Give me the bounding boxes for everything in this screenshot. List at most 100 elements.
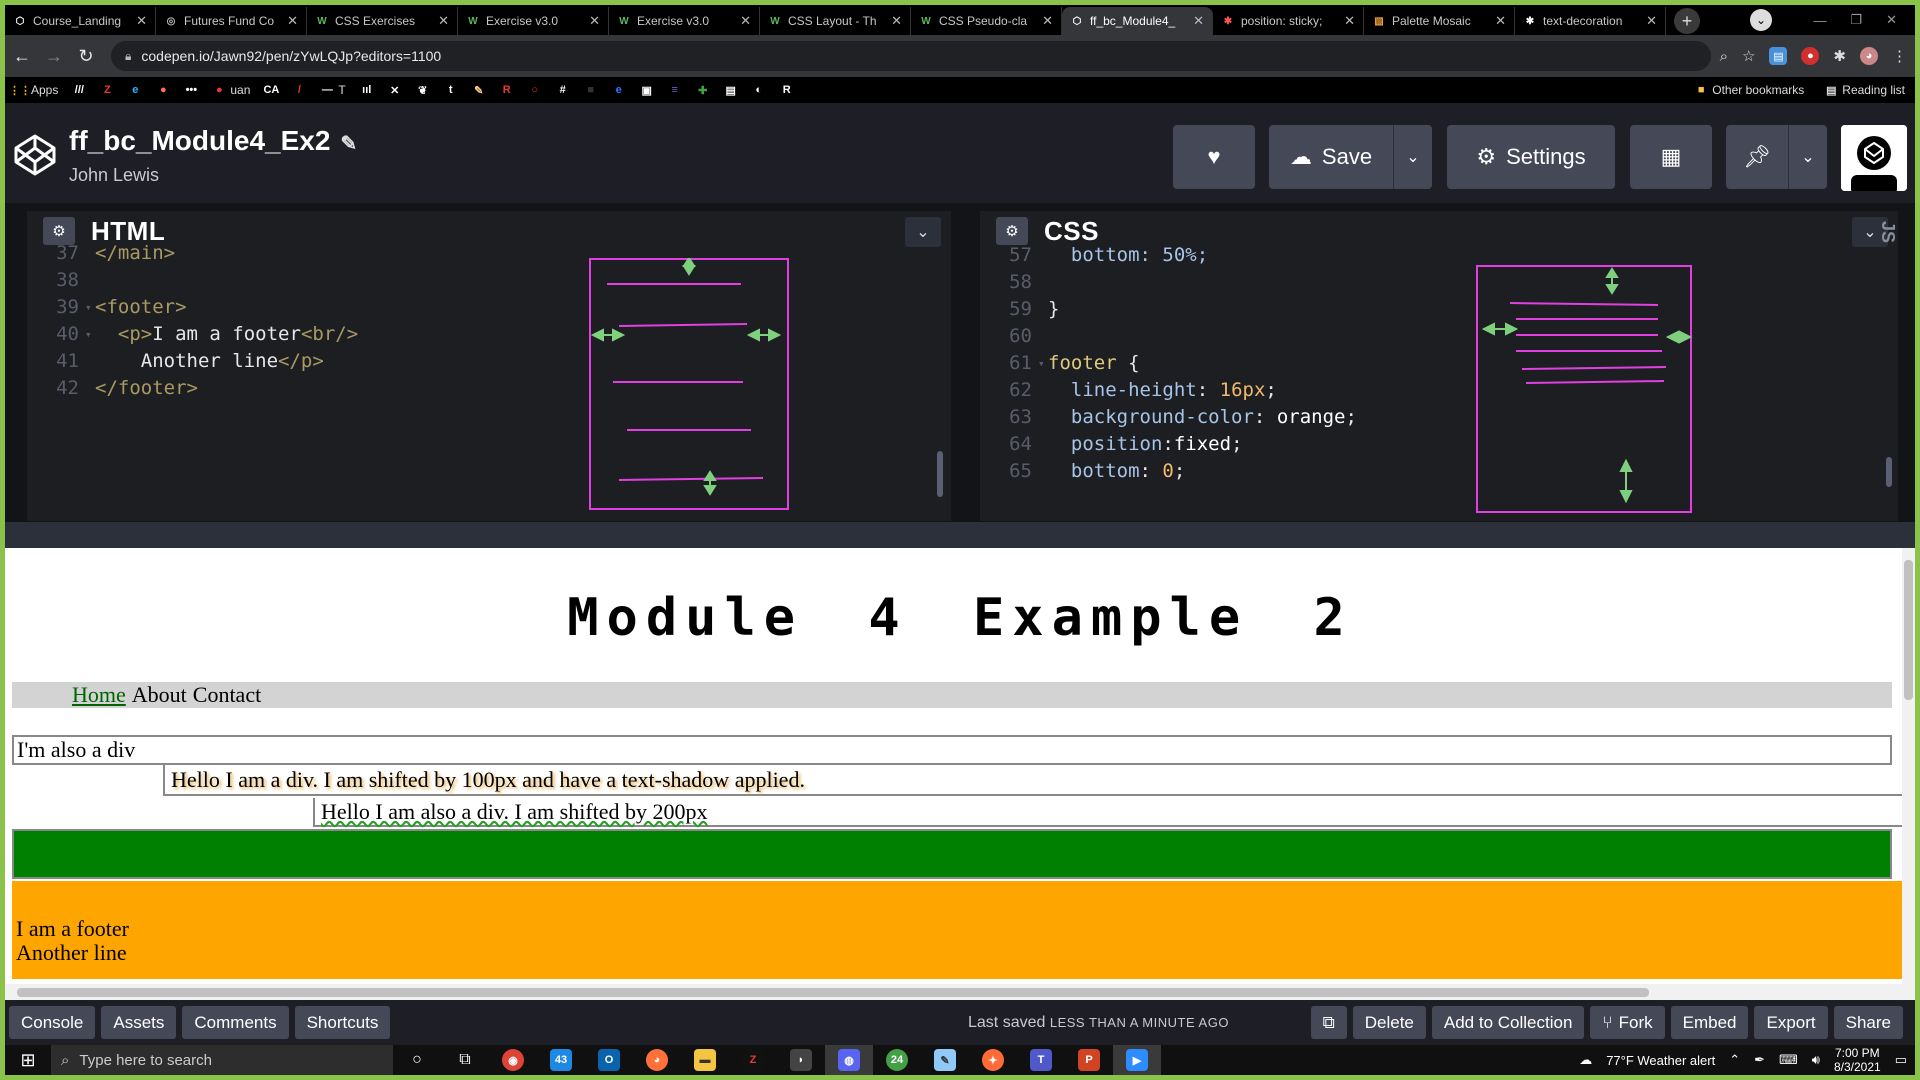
browser-tab[interactable]: ✱ position: sticky; ✕: [1213, 7, 1364, 35]
preview-vertical-scrollbar[interactable]: [1902, 548, 1915, 984]
browser-tab[interactable]: W CSS Exercises ✕: [307, 7, 458, 35]
html-collapse-chevron-icon[interactable]: ⌄: [905, 217, 941, 247]
chrome-icon[interactable]: ◉: [489, 1045, 537, 1075]
firefox-icon[interactable]: ◕: [633, 1045, 681, 1075]
reload-icon[interactable]: ↻: [71, 41, 101, 71]
fold-arrow-icon[interactable]: ▾: [85, 301, 95, 314]
bookmark-item[interactable]: ● uan: [212, 83, 250, 97]
close-tab-icon[interactable]: ✕: [1193, 13, 1204, 29]
nav-link-home[interactable]: Home: [72, 682, 126, 708]
volume-icon[interactable]: 🔊︎: [1812, 1052, 1820, 1068]
bookmark-item[interactable]: — T: [320, 83, 346, 97]
back-icon[interactable]: ←: [7, 41, 37, 71]
close-window-icon[interactable]: ✕: [1886, 12, 1897, 28]
weather-text[interactable]: 77°F Weather alert: [1606, 1053, 1715, 1068]
pen-title[interactable]: ff_bc_Module4_Ex2 ✎: [69, 125, 357, 157]
helmet-app-icon[interactable]: ◗: [777, 1045, 825, 1075]
bookmark-item[interactable]: R: [500, 83, 514, 97]
bookmark-item[interactable]: ≡: [668, 83, 682, 97]
bookmark-item[interactable]: t: [444, 83, 458, 97]
close-tab-icon[interactable]: ✕: [589, 13, 600, 29]
forward-icon[interactable]: →: [39, 41, 69, 71]
keyboard-icon[interactable]: ⌨: [1779, 1052, 1798, 1068]
fold-arrow-icon[interactable]: ▾: [85, 328, 95, 341]
postman-icon[interactable]: ✦: [969, 1045, 1017, 1075]
html-scrollbar[interactable]: [937, 451, 943, 497]
bookmark-item[interactable]: ◐: [752, 83, 766, 97]
browser-tab[interactable]: ◎ Futures Fund Co ✕: [156, 7, 307, 35]
outlook-icon[interactable]: O: [585, 1045, 633, 1075]
bookmark-item[interactable]: ▣: [640, 83, 654, 97]
profile-avatar-icon[interactable]: ◕: [1860, 47, 1878, 65]
bookmark-item[interactable]: ■: [584, 83, 598, 97]
browser-tab[interactable]: ▧ Palette Mosaic ✕: [1364, 7, 1515, 35]
bookmark-item[interactable]: ⋮⋮ Apps: [9, 83, 58, 97]
bookmark-item[interactable]: ●: [156, 83, 170, 97]
close-tab-icon[interactable]: ✕: [740, 13, 751, 29]
open-external-button[interactable]: ⧉: [1310, 1006, 1347, 1039]
notification-icon[interactable]: ▭: [1895, 1052, 1907, 1068]
extension-red-icon[interactable]: ●: [1801, 47, 1820, 65]
cortana-icon[interactable]: ○: [393, 1045, 441, 1075]
restore-icon[interactable]: ❐: [1850, 12, 1862, 28]
browser-tab[interactable]: W Exercise v3.0 ✕: [458, 7, 609, 35]
fold-arrow-icon[interactable]: ▾: [1038, 357, 1048, 370]
task-view-icon[interactable]: ⧉: [441, 1045, 489, 1075]
zotero-icon[interactable]: Z: [729, 1045, 777, 1075]
bookmark-item[interactable]: ▤: [724, 83, 738, 97]
bookmark-item[interactable]: ✕: [388, 83, 402, 97]
zoom-icon[interactable]: ⌕: [1720, 48, 1728, 65]
close-tab-icon[interactable]: ✕: [1042, 13, 1053, 29]
export-button[interactable]: Export: [1754, 1006, 1828, 1039]
browser-tab[interactable]: ⬡ Course_Landing ✕: [5, 7, 156, 35]
browser-tab[interactable]: W Exercise v3.0 ✕: [609, 7, 760, 35]
bookmark-item[interactable]: /: [292, 83, 306, 97]
file-explorer-icon[interactable]: ▬: [681, 1045, 729, 1075]
extensions-puzzle-icon[interactable]: ✱: [1833, 47, 1846, 65]
windows-start-icon[interactable]: ⊞: [5, 1045, 51, 1075]
editor-divider[interactable]: [952, 203, 979, 548]
save-options-button[interactable]: ⌄: [1394, 125, 1432, 189]
browser-tab[interactable]: ✱ text-decoration ✕: [1515, 7, 1666, 35]
bookmark-item[interactable]: ııl: [360, 83, 374, 97]
js-editor-tab[interactable]: JS: [1877, 221, 1898, 243]
pin-options-button[interactable]: ⌄: [1789, 125, 1827, 189]
shortcuts-button[interactable]: Shortcuts: [294, 1006, 391, 1039]
bookmark-item[interactable]: R: [780, 83, 794, 97]
bookmark-item[interactable]: ✎: [472, 83, 486, 97]
bookmark-star-icon[interactable]: ☆: [1742, 47, 1755, 65]
close-tab-icon[interactable]: ✕: [891, 13, 902, 29]
save-button[interactable]: ☁ Save: [1269, 125, 1393, 189]
pen-icon[interactable]: ✒: [1754, 1052, 1765, 1068]
other-bookmarks-folder[interactable]: ■ Other bookmarks: [1694, 83, 1804, 97]
new-tab-button[interactable]: +: [1674, 8, 1700, 34]
add-to-collection-button[interactable]: Add to Collection: [1431, 1006, 1585, 1039]
close-tab-icon[interactable]: ✕: [136, 13, 147, 29]
close-tab-icon[interactable]: ✕: [1495, 13, 1506, 29]
settings-button[interactable]: ⚙ Settings: [1447, 125, 1615, 189]
notes-app-icon[interactable]: ✎: [921, 1045, 969, 1075]
powerpoint-icon[interactable]: P: [1065, 1045, 1113, 1075]
weather-cloud-icon[interactable]: ☁: [1579, 1052, 1592, 1068]
comments-button[interactable]: Comments: [182, 1006, 289, 1039]
assets-button[interactable]: Assets: [101, 1006, 177, 1039]
codepen-logo-icon[interactable]: [13, 133, 57, 177]
close-tab-icon[interactable]: ✕: [1646, 13, 1657, 29]
browser-tab[interactable]: ⬡ ff_bc_Module4_ ✕: [1062, 7, 1213, 35]
browser-tab[interactable]: W CSS Pseudo-cla ✕: [911, 7, 1062, 35]
extension-doc-icon[interactable]: ▤: [1769, 47, 1788, 65]
bookmark-item[interactable]: ✚: [696, 83, 710, 97]
browser-menu-icon[interactable]: ⋮: [1892, 47, 1907, 65]
vscode-icon[interactable]: 43: [537, 1045, 585, 1075]
layout-button[interactable]: ▦: [1630, 125, 1712, 189]
profile-menu-icon[interactable]: ⌄: [1750, 9, 1772, 31]
preview-horizontal-thumb[interactable]: [17, 988, 1649, 997]
bookmark-item[interactable]: e: [128, 83, 142, 97]
close-tab-icon[interactable]: ✕: [287, 13, 298, 29]
system-clock[interactable]: 7:00 PM 8/3/2021: [1834, 1046, 1881, 1074]
browser-tab[interactable]: W CSS Layout - Th ✕: [760, 7, 911, 35]
chrome-profile-icon[interactable]: 24: [873, 1045, 921, 1075]
edit-title-pencil-icon[interactable]: ✎: [340, 133, 357, 155]
pin-button[interactable]: 📌︎: [1726, 125, 1788, 189]
css-scrollbar[interactable]: [1886, 457, 1892, 487]
